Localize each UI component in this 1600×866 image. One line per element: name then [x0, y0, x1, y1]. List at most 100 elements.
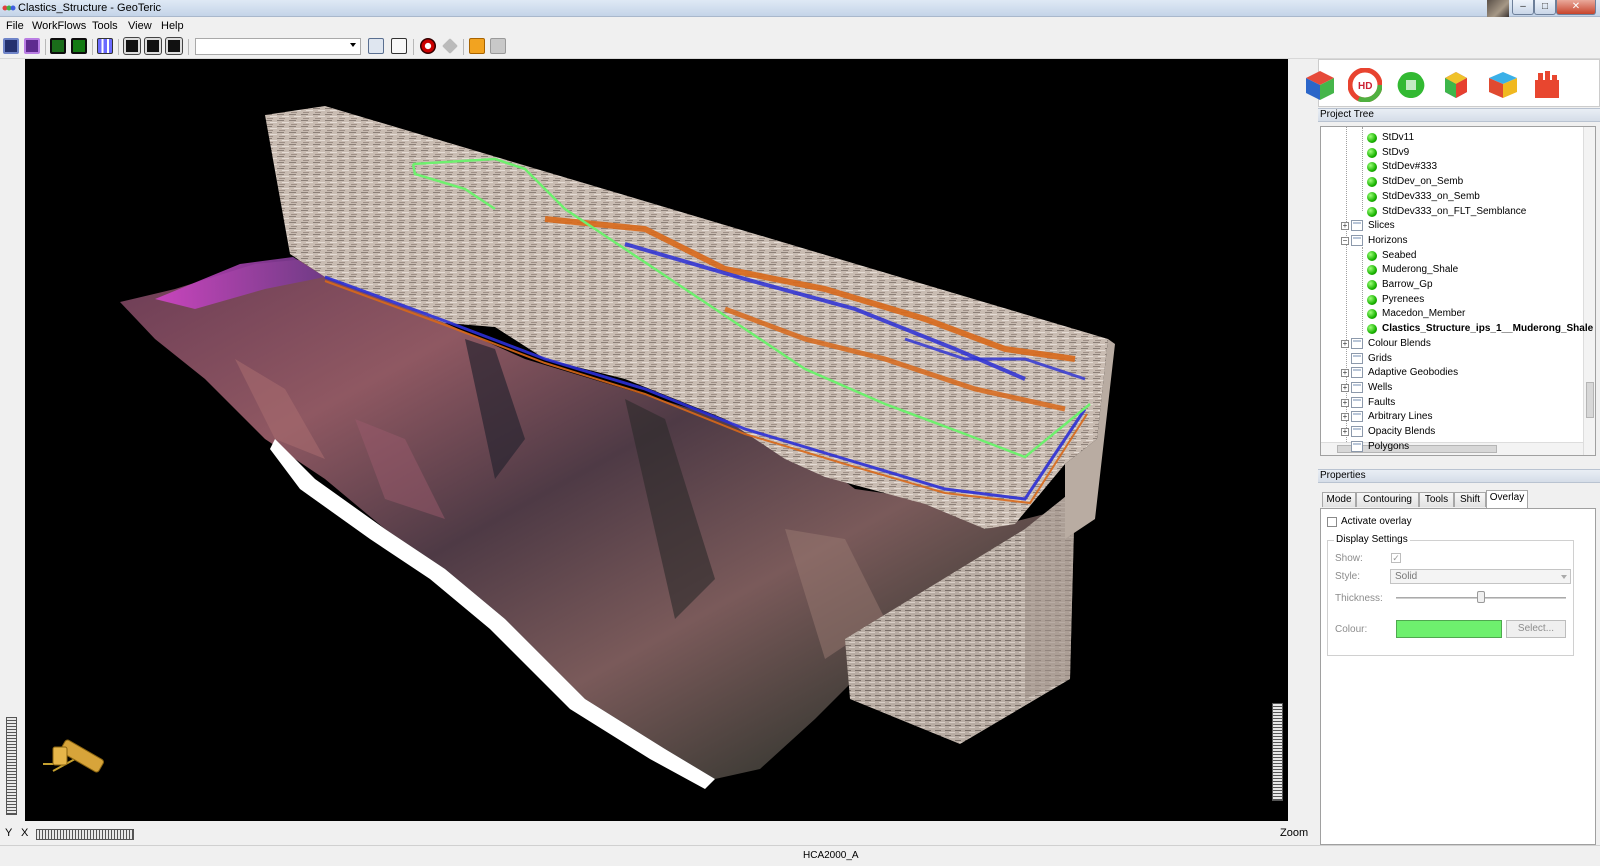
status-green-icon [1367, 206, 1377, 217]
tree-item[interactable]: Clastics_Structure_ips_1__Muderong_Shale [1321, 321, 1593, 336]
menu-view[interactable]: View [128, 20, 152, 32]
maximize-button[interactable]: □ [1534, 0, 1556, 15]
menu-file[interactable]: File [6, 20, 24, 32]
seismic-3d-scene[interactable] [25, 59, 1288, 821]
folder-icon [1351, 367, 1363, 379]
cube-module-icon[interactable] [1303, 68, 1337, 102]
tree-folder[interactable]: + Colour Blends [1321, 336, 1583, 351]
camera-3-icon[interactable] [165, 37, 183, 55]
tree-folder[interactable]: Grids [1321, 351, 1583, 366]
settings-icon[interactable] [490, 38, 506, 54]
tree-item-label: Grids [1368, 352, 1392, 364]
tree-item[interactable]: Seabed [1321, 248, 1583, 263]
camera-2-icon[interactable] [144, 37, 162, 55]
tree-folder[interactable]: − Horizons [1321, 233, 1583, 248]
menu-workflows[interactable]: WorkFlows [32, 20, 86, 32]
navigate-icon[interactable] [442, 38, 458, 54]
expand-icon[interactable]: + [1341, 428, 1349, 436]
histogram-icon[interactable] [97, 38, 113, 54]
close-button[interactable]: ✕ [1556, 0, 1596, 15]
vertical-rotation-slider[interactable] [6, 717, 17, 815]
chevron-down-icon [350, 43, 356, 47]
tree-item-label: Horizons [1368, 234, 1408, 246]
tab-tools[interactable]: Tools [1419, 492, 1454, 507]
select-colour-button[interactable]: Select... [1506, 620, 1566, 638]
view-section-icon[interactable] [24, 38, 40, 54]
tab-contouring[interactable]: Contouring [1356, 492, 1419, 507]
tree-folder[interactable]: + Opacity Blends [1321, 424, 1583, 439]
expand-icon[interactable]: + [1341, 339, 1349, 348]
layout-split-icon[interactable] [71, 38, 87, 54]
tree-item-label: StdDev_on_Semb [1382, 176, 1464, 188]
menu-help[interactable]: Help [161, 20, 184, 32]
tab-mode[interactable]: Mode [1322, 492, 1356, 507]
tree-folder[interactable]: + Wells [1321, 380, 1583, 395]
project-tree[interactable]: StDv11 StDv9 StdDev#333 StdDev_on_Semb StdDe… [1320, 126, 1596, 456]
expand-icon[interactable]: + [1341, 398, 1349, 407]
collapse-icon[interactable]: − [1341, 236, 1349, 245]
status-green-icon [1367, 133, 1377, 143]
tree-item-label: Macedon_Member [1382, 308, 1466, 320]
horizontal-rotation-slider[interactable] [36, 829, 134, 840]
tree-item-label: Seabed [1382, 249, 1417, 261]
tree-item[interactable]: StdDev#333 [1321, 159, 1583, 174]
tree-item[interactable]: StdDev333_on_Semb [1321, 189, 1583, 204]
expand-icon[interactable]: + [1341, 383, 1349, 392]
record-icon[interactable] [420, 38, 436, 54]
title-bar: Clastics_Structure - GeoTeric – □ ✕ [0, 0, 1600, 17]
tree-folder[interactable]: + Arbitrary Lines [1321, 409, 1583, 424]
tree-item-label: Muderong_Shale [1382, 264, 1459, 276]
export-icon[interactable] [469, 38, 485, 54]
tree-vertical-scrollbar[interactable] [1583, 127, 1595, 455]
geobody-module-icon[interactable] [1394, 68, 1428, 102]
3d-viewport[interactable] [25, 59, 1288, 821]
activate-overlay-label: Activate overlay [1341, 516, 1412, 527]
layout-single-icon[interactable] [50, 38, 66, 54]
tab-overlay[interactable]: Overlay [1486, 490, 1528, 508]
style-select[interactable]: Solid [1390, 569, 1571, 584]
window-title: Clastics_Structure - GeoTeric [18, 2, 162, 14]
hd-module-icon[interactable]: HD [1348, 68, 1382, 102]
menu-tools[interactable]: Tools [92, 20, 118, 32]
tree-item[interactable]: StdDev333_on_FLT_Semblance [1321, 204, 1583, 219]
expand-icon[interactable]: + [1341, 369, 1349, 378]
chevron-down-icon [1561, 575, 1567, 579]
export-module-icon[interactable] [1530, 68, 1564, 102]
zoom-slider[interactable] [1272, 703, 1283, 801]
tree-folder[interactable]: Polygons [1321, 439, 1583, 454]
colour-blend-module-icon[interactable] [1439, 68, 1473, 102]
thickness-slider-thumb[interactable] [1477, 591, 1485, 603]
tree-folder[interactable]: + Adaptive Geobodies [1321, 365, 1583, 380]
geoteric-logo-icon [2, 5, 16, 11]
colour-label: Colour: [1335, 624, 1368, 635]
status-green-icon [1367, 294, 1377, 305]
tree-item-label: StDv9 [1382, 146, 1410, 158]
tree-item[interactable]: StDv9 [1321, 145, 1583, 160]
show-checkbox[interactable]: ✓ [1391, 553, 1401, 563]
folder-icon [1351, 426, 1363, 437]
colour-swatch[interactable] [1396, 620, 1502, 638]
expand-icon[interactable]: + [1341, 222, 1349, 231]
minimize-button[interactable]: – [1512, 0, 1534, 15]
view-3d-icon[interactable] [3, 38, 19, 54]
tree-folder[interactable]: + Faults [1321, 395, 1583, 410]
tree-item[interactable]: StDv11 [1321, 130, 1583, 145]
orientation-axes-widget[interactable] [43, 739, 105, 773]
view-selector-combo[interactable] [195, 38, 361, 55]
tree-scroll-thumb[interactable] [1586, 382, 1594, 418]
tree-item[interactable]: StdDev_on_Semb [1321, 174, 1583, 189]
tree-item[interactable]: Muderong_Shale [1321, 262, 1583, 277]
expand-icon[interactable]: + [1341, 413, 1349, 422]
tab-shift[interactable]: Shift [1454, 492, 1486, 507]
tree-folder[interactable]: + Slices [1321, 218, 1583, 233]
tree-item-label: StdDev333_on_FLT_Semblance [1382, 205, 1527, 217]
tree-item[interactable]: Macedon_Member [1321, 306, 1583, 321]
tree-item[interactable]: Pyrenees [1321, 292, 1583, 307]
camera-1-icon[interactable] [123, 37, 141, 55]
save-icon[interactable] [368, 38, 384, 54]
activate-overlay-checkbox[interactable] [1327, 517, 1337, 527]
layers-module-icon[interactable] [1485, 68, 1519, 102]
folder-icon [1351, 396, 1363, 408]
list-icon[interactable] [391, 38, 407, 54]
tree-item[interactable]: Barrow_Gp [1321, 277, 1583, 292]
